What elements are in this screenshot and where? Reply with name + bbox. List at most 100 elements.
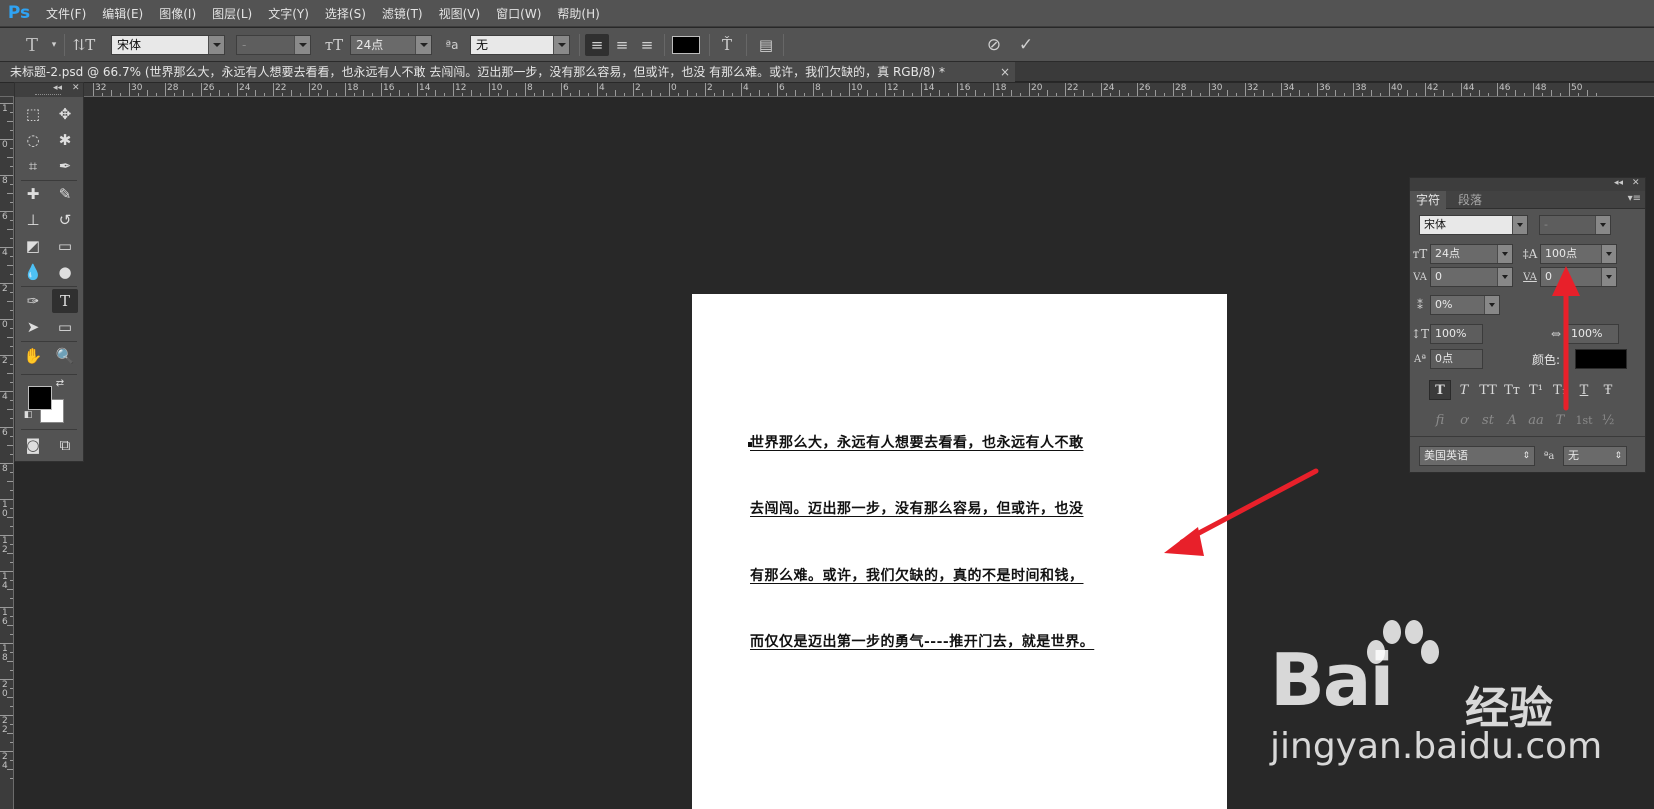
crop-tool-icon[interactable]: ⌗ — [20, 154, 46, 178]
ruler-minor-tick — [507, 90, 508, 96]
commit-edits-icon[interactable]: ✓ — [1014, 34, 1038, 56]
type-tool-icon[interactable]: T — [52, 289, 78, 313]
document-tab[interactable]: 未标题-2.psd @ 66.7% (世界那么大，永远有人想要去看看，也永远有人… — [0, 62, 1015, 82]
contextual-alternates-button[interactable]: ơ — [1453, 410, 1475, 430]
faux-bold-button[interactable]: T — [1429, 380, 1451, 400]
fractions-button[interactable]: ½ — [1597, 410, 1619, 430]
grip-handle[interactable] — [35, 94, 61, 96]
screen-mode-icon[interactable]: ⧉ — [52, 433, 78, 457]
menu-help[interactable]: 帮助(H) — [549, 5, 607, 22]
swash-button[interactable]: A — [1501, 410, 1523, 430]
small-caps-button[interactable]: Tт — [1501, 380, 1523, 400]
dodge-tool-icon[interactable]: ● — [52, 260, 78, 284]
baseline-shift-input[interactable]: 0点 — [1430, 349, 1483, 369]
warp-text-icon[interactable]: Ť — [715, 34, 739, 56]
menu-layer[interactable]: 图层(L) — [204, 5, 260, 22]
foreground-color-swatch[interactable] — [28, 386, 52, 410]
brush-tool-icon[interactable]: ✎ — [52, 182, 78, 206]
move-tool-icon[interactable]: ✥ — [52, 102, 78, 126]
close-icon[interactable]: ✕ — [72, 83, 80, 93]
standard-ligatures-button[interactable]: fi — [1429, 410, 1451, 430]
faux-italic-button[interactable]: T — [1453, 380, 1475, 400]
panel-text-color-swatch[interactable] — [1575, 349, 1627, 369]
collapse-icon[interactable]: ◂◂ — [53, 83, 62, 93]
character-panel-toggle-icon[interactable]: ▤ — [754, 34, 778, 56]
language-select[interactable]: 美国英语 ⇕ — [1419, 446, 1535, 466]
panel-font-family-select[interactable]: 宋体 — [1419, 215, 1528, 235]
stylistic-alternates-button[interactable]: aa — [1525, 410, 1547, 430]
horizontal-ruler[interactable]: 32 30 28 26 24 22 20 18 16 14 12 10 8 6 4 2 0 2 4 6 8 10 12 14 1… — [0, 83, 1654, 97]
eraser-tool-icon[interactable]: ◩ — [20, 234, 46, 258]
canvas-text-line-4[interactable]: 而仅仅是迈出第一步的勇气----推开门去，就是世界。 — [750, 631, 1094, 651]
antialias-select[interactable]: 无 — [470, 35, 570, 55]
cancel-edits-icon[interactable]: ⊘ — [982, 34, 1006, 56]
healing-brush-tool-icon[interactable]: ✚ — [20, 182, 46, 206]
marquee-tool-icon[interactable]: ⬚ — [20, 102, 46, 126]
font-size-select[interactable]: 24点 — [350, 35, 432, 55]
eyedropper-tool-icon[interactable]: ✒ — [52, 154, 78, 178]
rectangle-tool-icon[interactable]: ▭ — [52, 315, 78, 339]
close-icon[interactable]: ✕ — [1632, 178, 1640, 188]
menu-view[interactable]: 视图(V) — [431, 5, 489, 22]
align-left-icon[interactable]: ≡ — [585, 34, 609, 56]
vertical-scale-input[interactable]: 100% — [1430, 324, 1483, 344]
panel-header[interactable]: ◂◂ ✕ — [1410, 178, 1645, 191]
panel-font-style-select[interactable]: - — [1539, 215, 1611, 235]
font-style-select[interactable]: - — [236, 35, 311, 55]
align-right-icon[interactable]: ≡ — [635, 34, 659, 56]
menu-image[interactable]: 图像(I) — [151, 5, 204, 22]
pen-tool-icon[interactable]: ✑ — [20, 289, 46, 313]
menu-filter[interactable]: 滤镜(T) — [374, 5, 431, 22]
orientation-toggle-icon[interactable]: ⇅T — [72, 34, 96, 56]
lasso-tool-icon[interactable]: ◌ — [20, 128, 46, 152]
tracking-select[interactable]: 0 — [1540, 267, 1617, 287]
clone-stamp-tool-icon[interactable]: ⊥ — [20, 208, 46, 232]
collapse-icon[interactable]: ◂◂ — [1614, 178, 1623, 188]
document-canvas[interactable]: 世界那么大，永远有人想要去看看，也永远有人不敢 去闯闯。迈出那一步，没有那么容易… — [692, 294, 1227, 809]
tab-paragraph[interactable]: 段落 — [1452, 191, 1488, 209]
subscript-button[interactable]: T₁ — [1549, 380, 1571, 400]
ruler-minor-tick — [111, 90, 112, 96]
swap-colors-icon[interactable]: ⇄ — [53, 376, 67, 390]
align-center-icon[interactable]: ≡ — [610, 34, 634, 56]
panel-antialias-select[interactable]: 无 ⇕ — [1563, 446, 1627, 466]
ordinals-button[interactable]: 1st — [1573, 410, 1595, 430]
zoom-tool-icon[interactable]: 🔍 — [52, 344, 78, 368]
quick-mask-icon[interactable]: ◙ — [20, 433, 46, 457]
all-caps-button[interactable]: TT — [1477, 380, 1499, 400]
path-selection-tool-icon[interactable]: ➤ — [20, 315, 46, 339]
history-brush-tool-icon[interactable]: ↺ — [52, 208, 78, 232]
close-icon[interactable]: × — [997, 62, 1013, 82]
type-tool-preset-icon[interactable]: T — [20, 34, 44, 56]
strikethrough-button[interactable]: Ŧ — [1597, 380, 1619, 400]
panel-font-size-select[interactable]: 24点 — [1430, 244, 1513, 264]
menu-file[interactable]: 文件(F) — [38, 5, 94, 22]
kerning-select[interactable]: 0 — [1430, 267, 1513, 287]
chevron-down-icon — [1595, 216, 1610, 234]
text-color-swatch[interactable] — [672, 36, 700, 54]
menu-type[interactable]: 文字(Y) — [260, 5, 317, 22]
leading-select[interactable]: 100点 — [1540, 244, 1617, 264]
horizontal-scale-input[interactable]: 100% — [1566, 324, 1619, 344]
menu-window[interactable]: 窗口(W) — [488, 5, 549, 22]
menu-edit[interactable]: 编辑(E) — [94, 5, 151, 22]
gradient-tool-icon[interactable]: ▭ — [52, 234, 78, 258]
hand-tool-icon[interactable]: ✋ — [20, 344, 46, 368]
titling-alternates-button[interactable]: T — [1549, 410, 1571, 430]
canvas-text-line-3[interactable]: 有那么难。或许，我们欠缺的，真的不是时间和钱， — [750, 565, 1084, 585]
default-colors-icon[interactable]: ◧ — [21, 408, 35, 422]
font-family-select[interactable]: 宋体 — [111, 35, 225, 55]
blur-tool-icon[interactable]: 💧 — [20, 260, 46, 284]
canvas-text-line-1[interactable]: 世界那么大，永远有人想要去看看，也永远有人不敢 — [750, 432, 1084, 452]
underline-button[interactable]: T — [1573, 380, 1595, 400]
menu-select[interactable]: 选择(S) — [317, 5, 374, 22]
tab-character[interactable]: 字符 — [1410, 191, 1447, 209]
preset-dropdown-icon[interactable]: ▾ — [42, 34, 66, 56]
magic-wand-tool-icon[interactable]: ✱ — [52, 128, 78, 152]
superscript-button[interactable]: T¹ — [1525, 380, 1547, 400]
discretionary-ligatures-button[interactable]: st — [1477, 410, 1499, 430]
canvas-text-line-2[interactable]: 去闯闯。迈出那一步，没有那么容易，但或许，也没 — [750, 498, 1084, 518]
vertical-ruler[interactable]: 108642024681 01 21 41 61 82 02 22 4 — [0, 97, 14, 809]
panel-menu-icon[interactable]: ▾≡ — [1628, 193, 1641, 204]
tsume-select[interactable]: 0% — [1430, 295, 1500, 315]
